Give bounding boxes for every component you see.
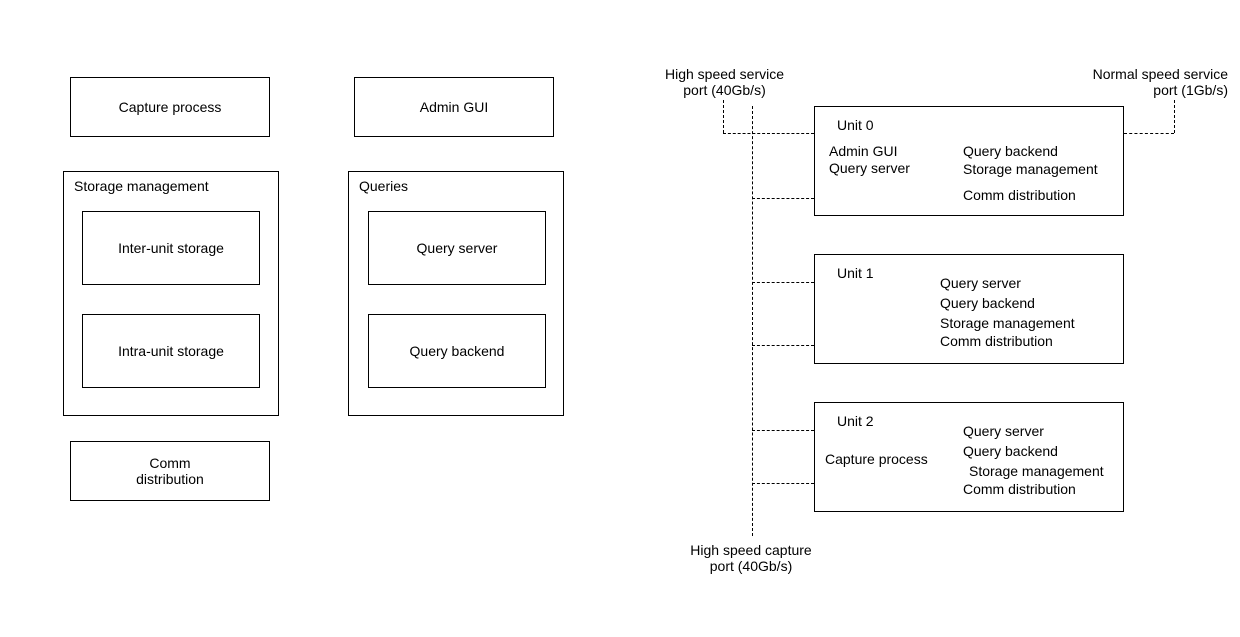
label-high-speed-service: High speed service port (40Gb/s) (652, 66, 797, 98)
box-unit-0: Unit 0 Admin GUI Query server Query back… (814, 106, 1124, 216)
label-query-backend: Query backend (410, 343, 505, 359)
box-inter-unit-storage: Inter-unit storage (82, 211, 260, 285)
wire-branch-2a (752, 430, 814, 431)
wire-backbone (752, 106, 753, 536)
label-unit0-right2: Comm distribution (963, 187, 1076, 203)
box-capture-process: Capture process (70, 77, 270, 137)
box-intra-unit-storage: Intra-unit storage (82, 314, 260, 388)
wire-branch-1b (752, 345, 814, 346)
box-query-server: Query server (368, 211, 546, 285)
box-unit-2: Unit 2 Capture process Query server Quer… (814, 402, 1124, 512)
label-unit0-title: Unit 0 (837, 117, 874, 133)
wire-branch-2b (752, 483, 814, 484)
box-admin-gui: Admin GUI (354, 77, 554, 137)
box-comm-distribution: Comm distribution (70, 441, 270, 501)
label-unit0-right0: Query backend (963, 143, 1058, 159)
label-capture-process: Capture process (119, 99, 222, 115)
label-inter-unit-storage: Inter-unit storage (118, 240, 224, 256)
box-unit-1: Unit 1 Query server Query backend Storag… (814, 254, 1124, 364)
label-storage-management-title: Storage management (74, 178, 209, 194)
label-unit1-line0: Query server (940, 275, 1021, 291)
label-normal-speed-service: Normal speed service port (1Gb/s) (1078, 66, 1228, 98)
label-query-server: Query server (417, 240, 498, 256)
diagram-canvas: Capture process Admin GUI Storage manage… (0, 0, 1240, 637)
label-unit2-line2: Storage management (969, 463, 1104, 479)
label-admin-gui: Admin GUI (420, 99, 488, 115)
label-unit2-title: Unit 2 (837, 413, 874, 429)
wire-branch-0 (752, 198, 814, 199)
label-unit2-line3: Comm distribution (963, 481, 1076, 497)
wire-top-left-stub (723, 100, 724, 133)
label-unit0-left0: Admin GUI (829, 143, 897, 159)
label-unit0-right1: Storage management (963, 161, 1098, 177)
wire-to-unit0-left (723, 133, 814, 134)
label-queries-title: Queries (359, 178, 408, 194)
wire-branch-1a (752, 282, 814, 283)
box-query-backend: Query backend (368, 314, 546, 388)
label-intra-unit-storage: Intra-unit storage (118, 343, 224, 359)
label-unit1-line1: Query backend (940, 295, 1035, 311)
label-unit2-line1: Query backend (963, 443, 1058, 459)
label-unit1-line3: Comm distribution (940, 333, 1053, 349)
wire-top-right-stub (1174, 100, 1175, 133)
label-unit1-title: Unit 1 (837, 265, 874, 281)
label-unit2-line0: Query server (963, 423, 1044, 439)
wire-to-unit0-right (1124, 133, 1174, 134)
label-unit0-left1: Query server (829, 160, 910, 176)
label-comm-distribution: Comm distribution (136, 455, 204, 487)
label-unit1-line2: Storage management (940, 315, 1075, 331)
label-unit2-left: Capture process (825, 451, 928, 467)
label-high-speed-capture: High speed capture port (40Gb/s) (676, 542, 826, 574)
